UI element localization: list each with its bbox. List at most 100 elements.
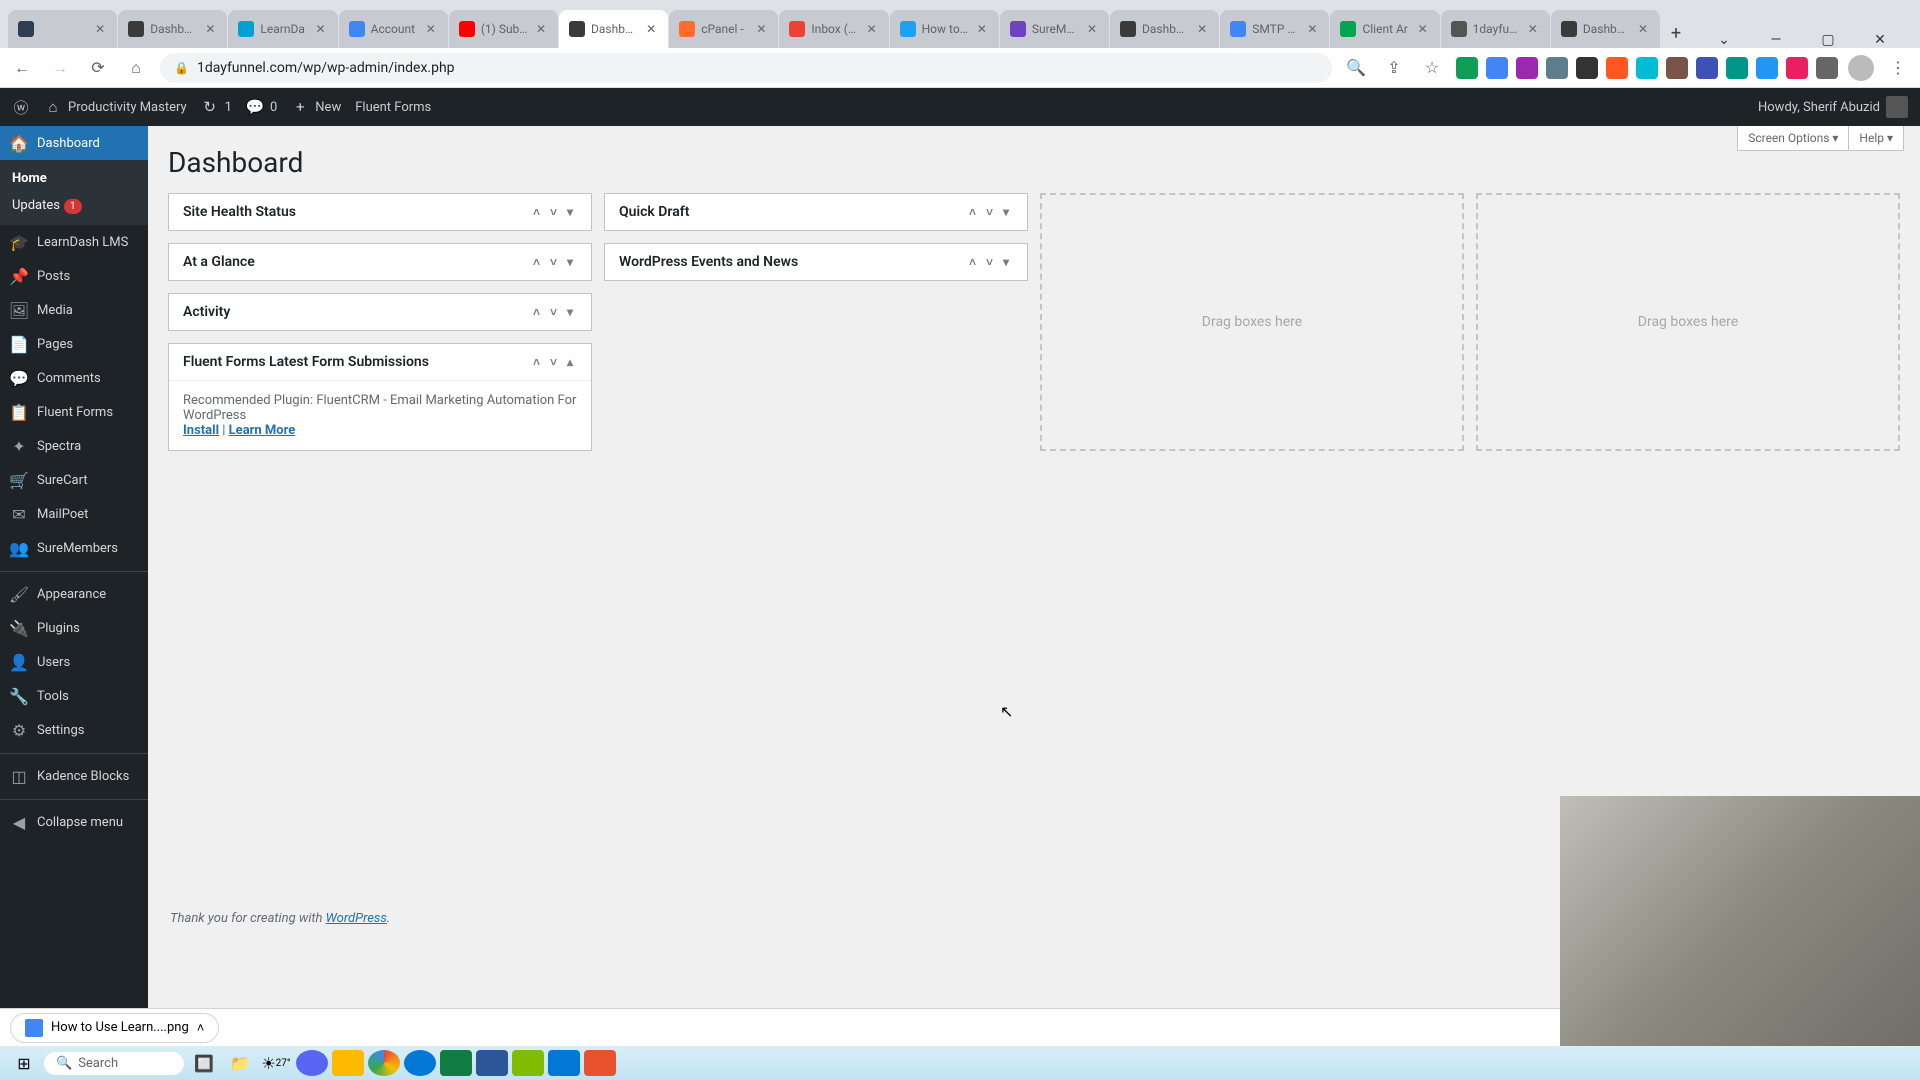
search-page-icon[interactable]: 🔍: [1342, 58, 1370, 77]
browser-tab[interactable]: Inbox (85✕: [779, 10, 888, 48]
sidebar-sub-home[interactable]: Home: [0, 165, 148, 192]
sidebar-item-dashboard[interactable]: 🏠 Dashboard: [0, 126, 148, 160]
browser-tab[interactable]: ✕: [8, 10, 117, 48]
extension-icon[interactable]: [1486, 57, 1508, 79]
metabox-dropzone[interactable]: Drag boxes here: [1476, 193, 1900, 451]
extension-icon[interactable]: [1516, 57, 1538, 79]
app-icon[interactable]: [476, 1050, 508, 1076]
app-icon[interactable]: [332, 1050, 364, 1076]
tab-close-icon[interactable]: ✕: [1305, 22, 1319, 36]
extension-icon[interactable]: [1726, 57, 1748, 79]
move-up-icon[interactable]: ˄: [965, 205, 980, 219]
tab-close-icon[interactable]: ✕: [754, 22, 768, 36]
sidebar-item[interactable]: 🔧Tools: [0, 679, 148, 713]
move-down-icon[interactable]: ˅: [546, 355, 561, 369]
profile-avatar-icon[interactable]: [1848, 55, 1874, 81]
tab-close-icon[interactable]: ✕: [1195, 22, 1209, 36]
browser-tab[interactable]: SureMem✕: [1000, 10, 1109, 48]
url-bar[interactable]: 🔒 1dayfunnel.com/wp/wp-admin/index.php: [160, 53, 1332, 83]
weather-icon[interactable]: ☀27°: [260, 1050, 292, 1076]
learn-more-link[interactable]: Learn More: [229, 423, 296, 438]
kebab-menu-icon[interactable]: ⋮: [1884, 58, 1912, 77]
extensions-menu-icon[interactable]: [1816, 57, 1838, 79]
sidebar-item[interactable]: ⚙Settings: [0, 713, 148, 747]
comments-link[interactable]: 💬0: [246, 98, 277, 116]
browser-tab[interactable]: (1) Subsc✕: [449, 10, 558, 48]
wp-logo-icon[interactable]: ⓦ: [12, 98, 30, 116]
extension-icon[interactable]: [1756, 57, 1778, 79]
app-icon[interactable]: [296, 1050, 328, 1076]
file-explorer-icon[interactable]: 📁: [224, 1050, 256, 1076]
sidebar-item[interactable]: 📄Pages: [0, 327, 148, 361]
extension-icon[interactable]: [1606, 57, 1628, 79]
chrome-icon[interactable]: [368, 1050, 400, 1076]
browser-tab[interactable]: Client Ar✕: [1330, 10, 1439, 48]
help-button[interactable]: Help ▾: [1848, 126, 1904, 151]
task-view-icon[interactable]: 🔲: [188, 1050, 220, 1076]
sidebar-item[interactable]: 💬Comments: [0, 361, 148, 395]
install-link[interactable]: Install: [183, 423, 219, 438]
tab-close-icon[interactable]: ✕: [424, 22, 438, 36]
new-tab-button[interactable]: +: [1661, 18, 1691, 48]
app-icon[interactable]: [584, 1050, 616, 1076]
fluent-forms-link[interactable]: Fluent Forms: [355, 100, 431, 115]
site-name-link[interactable]: ⌂Productivity Mastery: [44, 98, 187, 116]
browser-tab[interactable]: 1dayfunn✕: [1441, 10, 1550, 48]
toggle-icon[interactable]: ▾: [563, 305, 577, 319]
browser-tab[interactable]: LearnDa✕: [228, 10, 337, 48]
extension-icon[interactable]: [1666, 57, 1688, 79]
outlook-icon[interactable]: [548, 1050, 580, 1076]
updates-link[interactable]: ↻1: [201, 98, 232, 116]
browser-tab[interactable]: Dashboa✕: [559, 10, 668, 48]
reload-icon[interactable]: ⟳: [84, 58, 112, 77]
move-down-icon[interactable]: ˅: [546, 205, 561, 219]
sidebar-item[interactable]: 🔌Plugins: [0, 611, 148, 645]
new-content-link[interactable]: +New: [291, 98, 341, 116]
move-down-icon[interactable]: ˅: [546, 255, 561, 269]
back-icon[interactable]: ←: [8, 58, 36, 78]
maximize-icon[interactable]: ▢: [1806, 32, 1850, 48]
edge-icon[interactable]: [404, 1050, 436, 1076]
sidebar-item[interactable]: 🛒SureCart: [0, 463, 148, 497]
move-down-icon[interactable]: ˅: [982, 205, 997, 219]
sidebar-item[interactable]: 🖌Appearance: [0, 577, 148, 611]
sidebar-item[interactable]: ✉MailPoet: [0, 497, 148, 531]
tab-close-icon[interactable]: ✕: [203, 22, 217, 36]
tab-close-icon[interactable]: ✕: [93, 22, 107, 36]
toggle-icon[interactable]: ▾: [999, 205, 1013, 219]
browser-tab[interactable]: Account✕: [339, 10, 448, 48]
move-down-icon[interactable]: ˅: [982, 255, 997, 269]
extension-icon[interactable]: [1696, 57, 1718, 79]
sidebar-item[interactable]: 📋Fluent Forms: [0, 395, 148, 429]
sidebar-item[interactable]: 👥SureMembers: [0, 531, 148, 565]
tab-close-icon[interactable]: ✕: [314, 22, 328, 36]
sidebar-sub-updates[interactable]: Updates1: [0, 192, 148, 220]
browser-tab[interactable]: cPanel -✕: [669, 10, 778, 48]
browser-tab[interactable]: Dashboa✕: [1551, 10, 1660, 48]
toggle-icon[interactable]: ▾: [563, 205, 577, 219]
excel-icon[interactable]: [440, 1050, 472, 1076]
sidebar-item[interactable]: 🎓LearnDash LMS: [0, 225, 148, 259]
window-dropdown-icon[interactable]: ⌄: [1702, 32, 1746, 48]
home-icon[interactable]: ⌂: [122, 58, 150, 78]
move-up-icon[interactable]: ˄: [529, 305, 544, 319]
sidebar-item[interactable]: ✦Spectra: [0, 429, 148, 463]
collapse-menu-button[interactable]: ◀ Collapse menu: [0, 805, 148, 839]
extension-icon[interactable]: [1636, 57, 1658, 79]
tab-close-icon[interactable]: ✕: [1085, 22, 1099, 36]
admin-avatar-icon[interactable]: [1886, 96, 1908, 118]
download-item[interactable]: How to Use Learn....png ˄: [10, 1013, 219, 1043]
extension-icon[interactable]: [1546, 57, 1568, 79]
move-down-icon[interactable]: ˅: [546, 305, 561, 319]
toggle-icon[interactable]: ▾: [563, 255, 577, 269]
tab-close-icon[interactable]: ✕: [644, 22, 658, 36]
metabox-dropzone[interactable]: Drag boxes here: [1040, 193, 1464, 451]
chevron-up-icon[interactable]: ˄: [197, 1020, 205, 1036]
start-button[interactable]: ⊞: [8, 1050, 40, 1076]
tab-close-icon[interactable]: ✕: [1416, 22, 1430, 36]
move-up-icon[interactable]: ˄: [965, 255, 980, 269]
browser-tab[interactable]: SMTP Err✕: [1220, 10, 1329, 48]
tab-close-icon[interactable]: ✕: [865, 22, 879, 36]
extension-icon[interactable]: [1576, 57, 1598, 79]
extension-icon[interactable]: [1456, 57, 1478, 79]
